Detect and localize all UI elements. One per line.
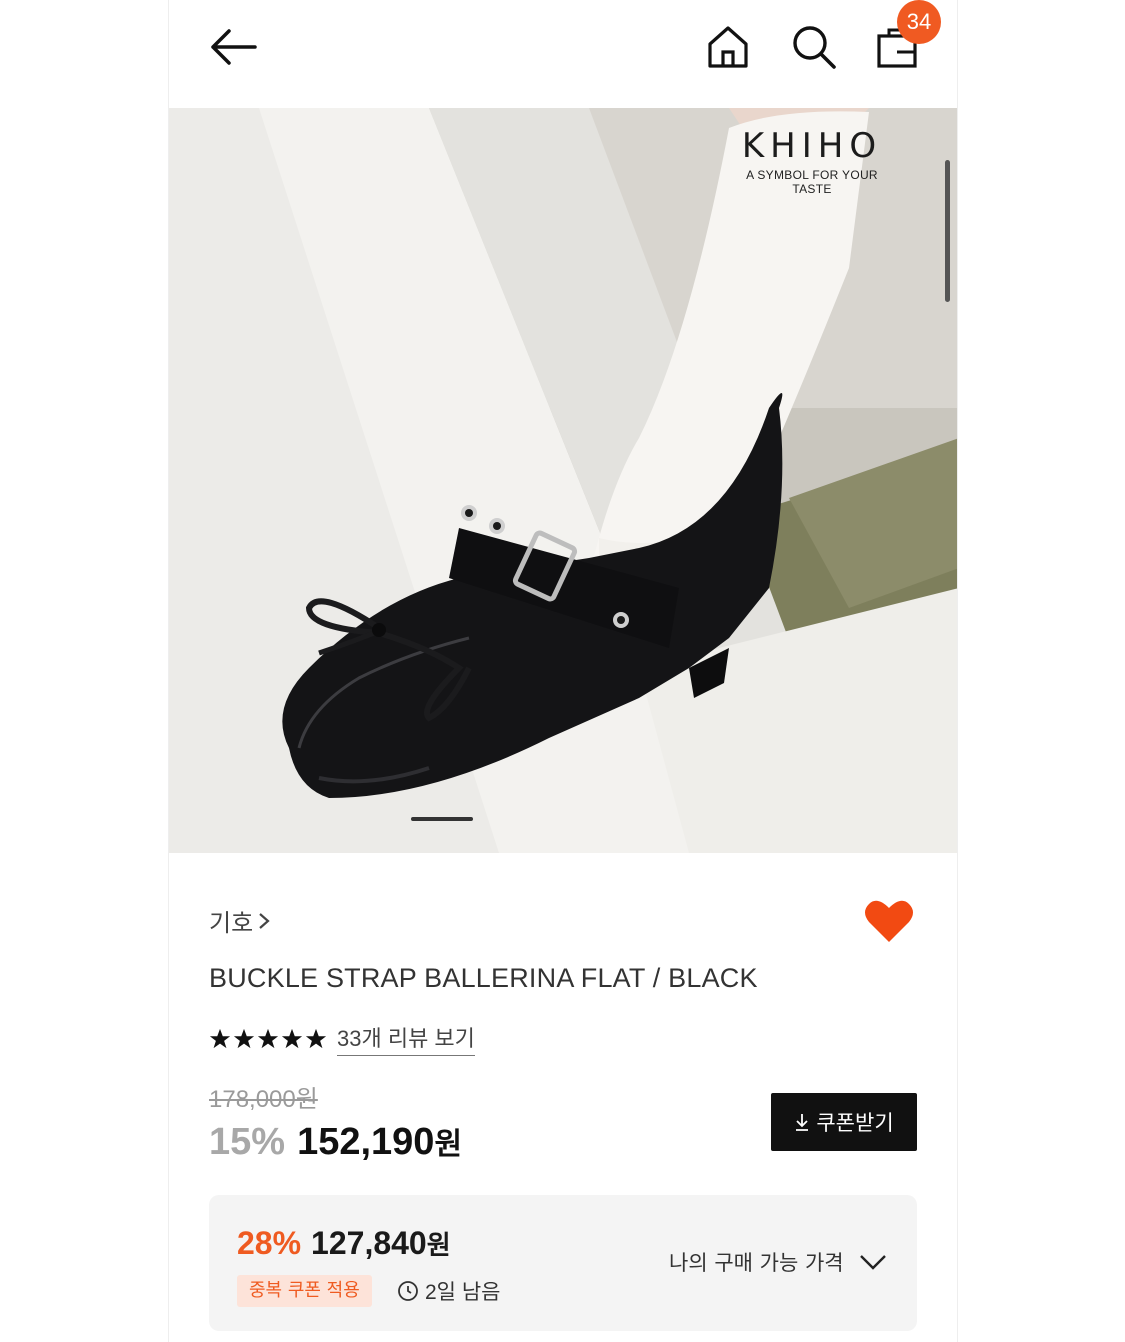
rating-stars	[209, 1028, 327, 1050]
time-remaining-text: 2일 남음	[425, 1281, 501, 1304]
product-photo	[169, 108, 957, 853]
brand-link[interactable]: 기호	[209, 903, 271, 938]
chevron-right-icon	[259, 912, 270, 929]
original-price: 178,000원	[209, 1086, 318, 1113]
get-coupon-label: 쿠폰받기	[816, 1111, 894, 1135]
star-icon	[281, 1028, 303, 1048]
star-icon	[233, 1028, 255, 1048]
coupon-discount-rate: 28%	[237, 1225, 302, 1261]
arrow-left-icon[interactable]	[205, 22, 261, 72]
download-icon	[796, 1114, 809, 1131]
top-navigation-bar: 34	[169, 0, 957, 108]
star-icon	[209, 1028, 231, 1048]
sale-price-value: 152,190	[297, 1121, 435, 1163]
coupon-price-value: 127,840	[311, 1225, 427, 1261]
coupon-price-row: 28% 127,840원	[237, 1225, 451, 1262]
my-price-label: 나의 구매 가능 가격	[669, 1251, 844, 1275]
cart-count-badge: 34	[897, 0, 941, 44]
get-coupon-button[interactable]: 쿠폰받기	[771, 1093, 917, 1151]
sale-price: 152,190원	[297, 1119, 462, 1164]
brand-name: 기호	[209, 910, 254, 937]
brand-logo: KHIHO A SYMBOL FOR YOUR TASTE	[727, 126, 897, 196]
discount-rate: 15%	[209, 1121, 286, 1163]
home-icon[interactable]	[705, 22, 751, 72]
currency-unit: 원	[434, 1128, 463, 1161]
star-icon	[257, 1028, 279, 1048]
my-price-toggle[interactable]: 나의 구매 가능 가격	[669, 1247, 888, 1277]
heart-icon[interactable]	[863, 897, 915, 945]
coupon-price: 127,840원	[311, 1225, 451, 1262]
scrollbar-thumb[interactable]	[945, 160, 950, 302]
search-icon[interactable]	[789, 22, 839, 72]
price-row: 15% 152,190원	[209, 1119, 462, 1164]
chevron-down-icon	[859, 1255, 886, 1270]
product-image-carousel[interactable]: KHIHO A SYMBOL FOR YOUR TASTE	[169, 108, 957, 853]
carousel-page-indicator	[411, 817, 473, 821]
time-remaining: 2일 남음	[397, 1275, 500, 1307]
brand-logo-tagline: A SYMBOL FOR YOUR TASTE	[746, 168, 878, 196]
rating-row: 33개 리뷰 보기	[209, 1021, 475, 1056]
coupon-currency-unit: 원	[426, 1230, 451, 1260]
stacked-coupon-badge: 중복 쿠폰 적용	[237, 1275, 372, 1307]
clock-icon	[398, 1281, 418, 1301]
review-link[interactable]: 33개 리뷰 보기	[337, 1021, 475, 1056]
app-frame: 34 KHIHO A SYMBOL FOR YOUR TASTE 기호 BUCK…	[168, 0, 958, 1342]
brand-logo-wordmark: KHIHO	[741, 126, 883, 166]
product-title: BUCKLE STRAP BALLERINA FLAT / BLACK	[209, 963, 758, 993]
coupon-price-panel: 28% 127,840원 중복 쿠폰 적용 2일 남음 나의 구매 가능 가격	[209, 1195, 917, 1331]
star-icon	[305, 1028, 327, 1048]
